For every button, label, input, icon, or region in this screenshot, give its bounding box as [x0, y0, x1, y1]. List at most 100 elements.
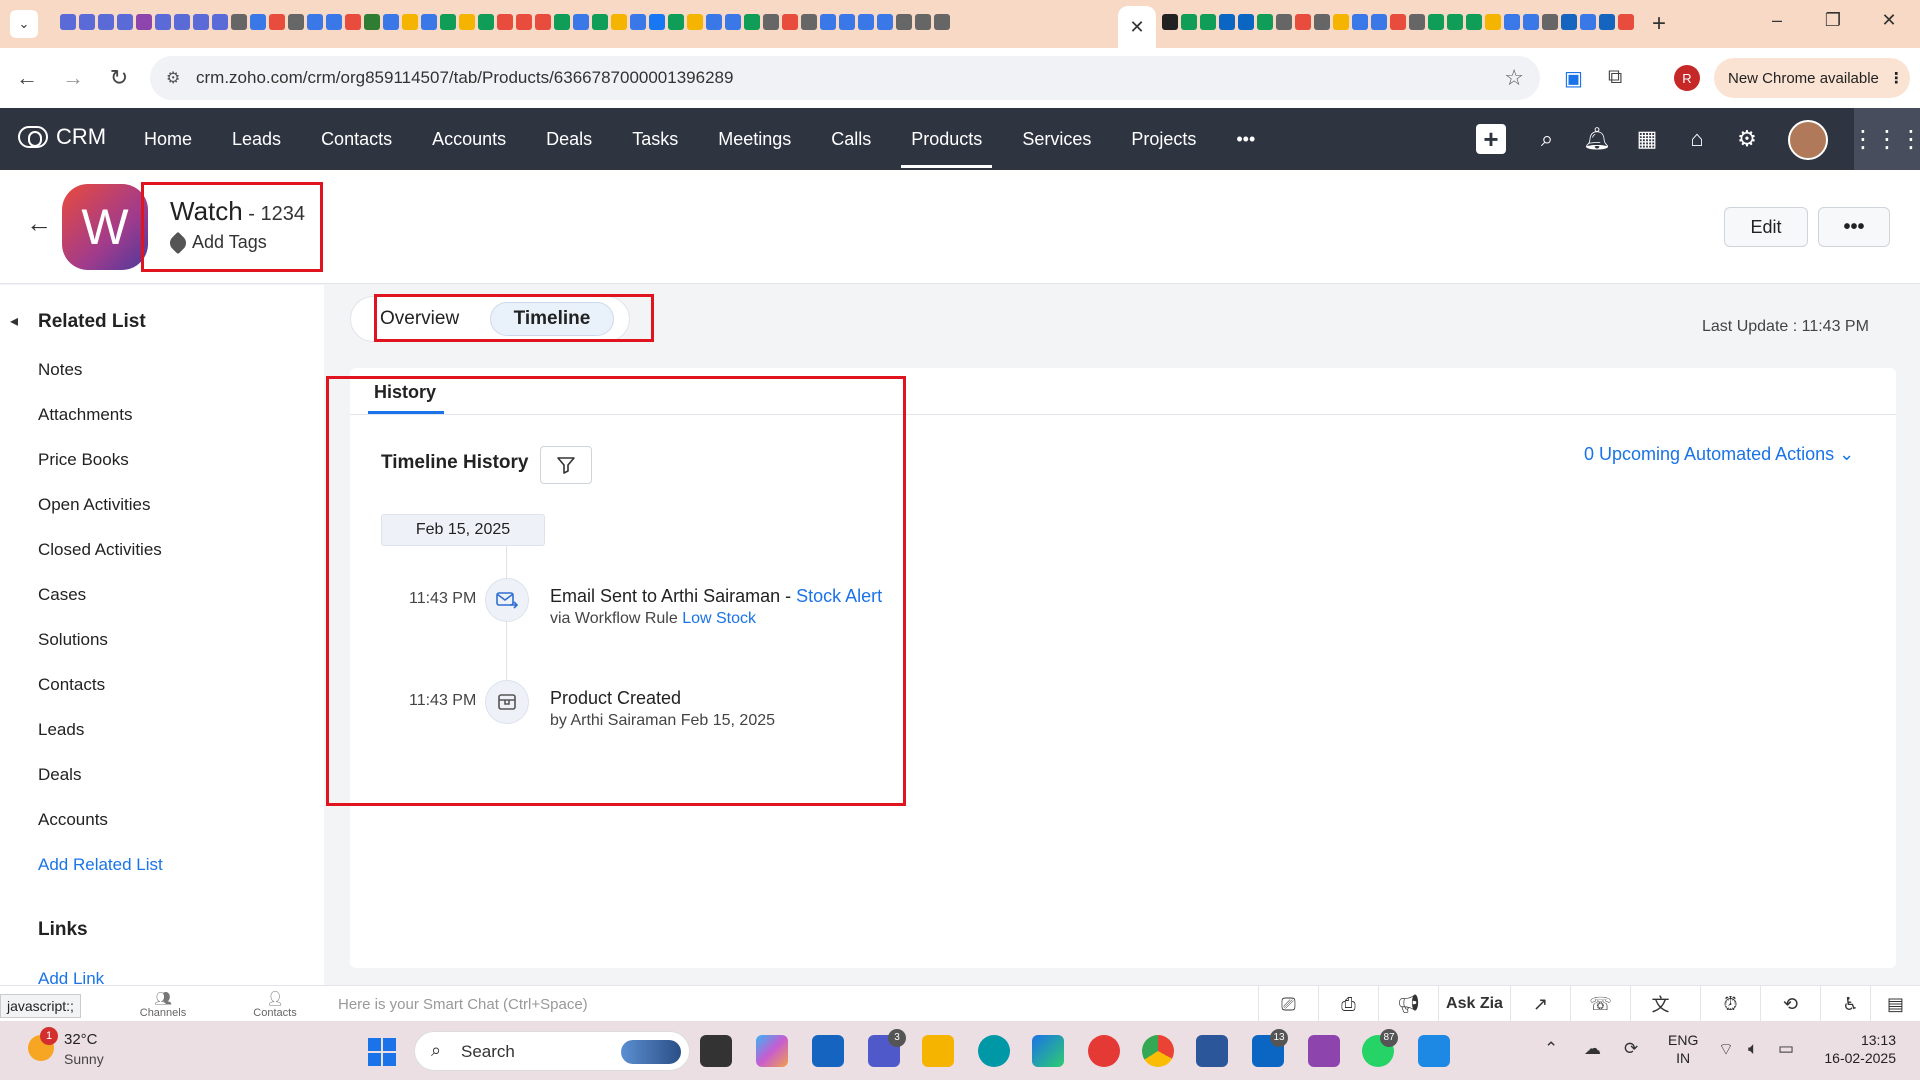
edit-button[interactable]: Edit — [1724, 207, 1808, 247]
extensions-icon[interactable]: ⧉ — [1608, 66, 1622, 89]
nav-projects[interactable]: Projects — [1111, 108, 1216, 170]
nav-tasks[interactable]: Tasks — [612, 108, 698, 170]
chrome-menu-icon[interactable]: ⋮ — [1889, 69, 1904, 87]
tab-search-dropdown[interactable]: ⌄ — [10, 10, 38, 38]
windows-start-icon[interactable] — [368, 1038, 396, 1066]
battery-icon[interactable]: ▭ — [1778, 1039, 1794, 1059]
translate-icon[interactable]: 文 — [1630, 986, 1690, 1022]
related-item-leads[interactable]: Leads — [38, 719, 163, 764]
zoho-app-icon[interactable] — [1418, 1035, 1450, 1067]
profile-avatar[interactable]: R — [1674, 65, 1700, 91]
ask-zia-button[interactable]: Ask Zia — [1438, 986, 1510, 1022]
nav-products[interactable]: Products — [891, 108, 1002, 170]
screen-share-icon[interactable]: ⎚ — [1258, 986, 1318, 1022]
more-tab-favicons[interactable] — [1162, 14, 1634, 36]
wps-icon[interactable] — [1088, 1035, 1120, 1067]
edge-icon[interactable] — [1032, 1035, 1064, 1067]
low-stock-link[interactable]: Low Stock — [682, 610, 756, 627]
word-icon[interactable] — [1196, 1035, 1228, 1067]
site-info-icon[interactable]: ⚙ — [166, 68, 180, 88]
system-clock[interactable]: 13:13 16-02-2025 — [1820, 1031, 1896, 1067]
reload-icon[interactable]: ↻ — [104, 64, 134, 92]
screencast-icon[interactable]: ▣ — [1564, 66, 1583, 91]
calendar-icon[interactable]: ▦ — [1632, 126, 1662, 152]
related-item-deals[interactable]: Deals — [38, 764, 163, 809]
tab-timeline[interactable]: Timeline — [490, 302, 614, 336]
related-item-notes[interactable]: Notes — [38, 359, 163, 404]
contacts-button[interactable]: 👤︎ Contacts — [240, 990, 310, 1019]
related-item-contacts[interactable]: Contacts — [38, 674, 163, 719]
crm-logo[interactable]: CRM — [18, 124, 106, 150]
smart-chat-input[interactable]: Here is your Smart Chat (Ctrl+Space) — [338, 996, 588, 1013]
upcoming-actions-link[interactable]: 0 Upcoming Automated Actions ⌄ — [1584, 444, 1854, 465]
related-item-open-activities[interactable]: Open Activities — [38, 494, 163, 539]
signal-icon[interactable]: ↗ — [1510, 986, 1570, 1022]
nav-calls[interactable]: Calls — [811, 108, 891, 170]
nav-leads[interactable]: Leads — [212, 108, 301, 170]
add-tags-link[interactable]: Add Tags — [166, 231, 267, 254]
marketplace-icon[interactable]: ⌂ — [1682, 126, 1712, 152]
search-icon[interactable]: ⌕ — [1532, 126, 1562, 152]
chrome-icon[interactable] — [1142, 1035, 1174, 1067]
collapse-sidebar-icon[interactable]: ◂ — [10, 311, 18, 331]
weather-temp[interactable]: 32°C — [64, 1031, 98, 1048]
user-avatar[interactable] — [1788, 120, 1828, 160]
related-item-solutions[interactable]: Solutions — [38, 629, 163, 674]
close-icon[interactable]: ✕ — [1129, 17, 1144, 38]
pinned-tab-favicons[interactable] — [60, 14, 950, 36]
related-item-price-books[interactable]: Price Books — [38, 449, 163, 494]
tray-chevron-up-icon[interactable]: ⌃ — [1544, 1039, 1558, 1059]
related-item-accounts[interactable]: Accounts — [38, 809, 163, 854]
new-chrome-button[interactable]: New Chrome available ⋮ — [1714, 58, 1910, 98]
nav-meetings[interactable]: Meetings — [698, 108, 811, 170]
nav-services[interactable]: Services — [1002, 108, 1111, 170]
tab-overview[interactable]: Overview — [380, 308, 459, 330]
related-item-attachments[interactable]: Attachments — [38, 404, 163, 449]
forward-icon[interactable]: → — [58, 64, 88, 92]
announcement-icon[interactable]: 📢︎ — [1378, 986, 1438, 1022]
task-view-icon[interactable] — [700, 1035, 732, 1067]
taskbar-search[interactable]: ⌕ Search — [414, 1031, 690, 1071]
file-explorer-icon[interactable] — [922, 1035, 954, 1067]
add-related-list-link[interactable]: Add Related List — [38, 854, 163, 899]
nav-contacts[interactable]: Contacts — [301, 108, 412, 170]
create-plus-button[interactable]: + — [1476, 124, 1506, 154]
wifi-icon[interactable]: ⌔ — [1718, 1039, 1734, 1060]
related-item-closed-activities[interactable]: Closed Activities — [38, 539, 163, 584]
volume-icon[interactable]: 🔈︎ — [1748, 1039, 1758, 1059]
stock-alert-link[interactable]: Stock Alert — [796, 586, 882, 606]
active-tab-close[interactable]: ✕ — [1118, 6, 1156, 48]
notification-bell-icon[interactable]: 🔔︎ — [1582, 126, 1612, 152]
app-grid-icon[interactable]: ⋮⋮⋮ — [1851, 108, 1920, 170]
url-text[interactable]: crm.zoho.com/crm/org859114507/tab/Produc… — [196, 68, 733, 88]
history-tab[interactable]: History — [374, 382, 436, 403]
onedrive-icon[interactable]: ☁ — [1584, 1039, 1601, 1059]
window-close-icon[interactable]: ✕ — [1874, 10, 1904, 31]
snipping-tool-icon[interactable] — [1308, 1035, 1340, 1067]
nav-home[interactable]: Home — [124, 108, 212, 170]
related-item-cases[interactable]: Cases — [38, 584, 163, 629]
copilot-icon[interactable] — [756, 1035, 788, 1067]
nav-deals[interactable]: Deals — [526, 108, 612, 170]
channels-button[interactable]: 👥︎ Channels — [128, 990, 198, 1019]
back-icon[interactable]: ← — [12, 64, 42, 92]
nav-more-icon[interactable]: ••• — [1216, 108, 1275, 170]
filter-button[interactable] — [540, 446, 592, 484]
calls-icon[interactable]: ☏ — [1570, 986, 1630, 1022]
recorder-icon[interactable]: ⎙ — [1318, 986, 1378, 1022]
back-arrow-icon[interactable]: ← — [26, 208, 52, 239]
restore-icon[interactable]: ❐ — [1818, 10, 1848, 31]
settings-gear-icon[interactable]: ⚙ — [1732, 126, 1762, 152]
cortana-icon[interactable] — [978, 1035, 1010, 1067]
bookmark-star-icon[interactable]: ☆ — [1504, 65, 1524, 91]
minimize-icon[interactable]: – — [1762, 10, 1792, 31]
alarm-icon[interactable]: ⏰︎ — [1700, 986, 1760, 1022]
input-language[interactable]: ENG IN — [1668, 1031, 1698, 1067]
history-icon[interactable]: ⟲ — [1760, 986, 1820, 1022]
nav-accounts[interactable]: Accounts — [412, 108, 526, 170]
notes-icon[interactable]: ▤ — [1870, 986, 1920, 1022]
omnibox[interactable]: ⚙ crm.zoho.com/crm/org859114507/tab/Prod… — [150, 56, 1540, 100]
more-actions-button[interactable]: ••• — [1818, 207, 1890, 247]
sync-icon[interactable]: ⟳ — [1624, 1039, 1638, 1059]
store-icon[interactable] — [812, 1035, 844, 1067]
